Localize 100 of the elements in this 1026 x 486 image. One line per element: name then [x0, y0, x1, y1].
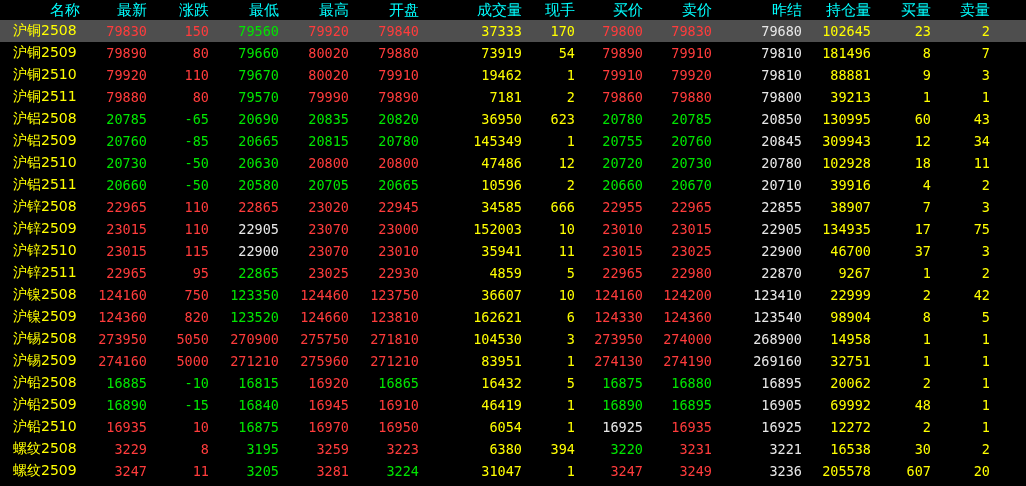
table-cell-text: 20630 — [237, 155, 279, 171]
contract-name: 沪铝2508 — [12, 110, 78, 128]
table-cell-text: 269160 — [752, 353, 802, 369]
table-cell-text: 2 — [565, 89, 575, 105]
table-cell-text: 16925 — [601, 419, 643, 435]
table-cell-text: 16945 — [307, 397, 349, 413]
column-header[interactable]: 最新 — [80, 0, 147, 20]
table-row[interactable]: 沪铜2510 79920 110 79670 80020 79910 19462 1 79910 79920 79810 88881 9 3 — [0, 64, 1026, 86]
table-cell-text: 124360 — [97, 309, 147, 325]
table-cell-text: 38907 — [829, 199, 871, 215]
column-header[interactable]: 买量 — [871, 0, 931, 20]
table-cell-text: 274000 — [662, 331, 712, 347]
table-cell-text: 79910 — [670, 45, 712, 61]
table-row[interactable]: 沪铜2509 79890 80 79660 80020 79880 73919 54 79890 79910 79810 181496 8 7 — [0, 42, 1026, 64]
column-header[interactable]: 昨结 — [712, 0, 802, 20]
table-row[interactable]: 沪锌2511 22965 95 22865 23025 22930 4859 5 22965 22980 22870 9267 1 2 — [0, 262, 1026, 284]
table-row[interactable]: 沪铝2509 20760 -85 20665 20815 20780 145349 1 20755 20760 20845 309943 12 34 — [0, 130, 1026, 152]
table-cell-text: 124460 — [299, 287, 349, 303]
table-row[interactable]: 螺纹2509 3247 11 3205 3281 3224 31047 1 3247 3249 3236 205578 607 20 — [0, 460, 1026, 482]
column-header[interactable]: 成交量 — [419, 0, 522, 20]
table-row[interactable]: 沪锡2508 273950 5050 270900 275750 271810 104530 3 273950 274000 268900 14958 1 1 — [0, 328, 1026, 350]
table-cell-text: 20690 — [237, 111, 279, 127]
table-cell-text: 5 — [565, 265, 575, 281]
table-cell-text: 110 — [183, 67, 209, 83]
column-header[interactable]: 最高 — [279, 0, 349, 20]
table-cell-text: 80 — [191, 45, 209, 61]
table-row[interactable]: 沪铝2511 20660 -50 20580 20705 20665 10596 2 20660 20670 20710 39916 4 2 — [0, 174, 1026, 196]
table-row[interactable]: 沪锡2509 274160 5000 271210 275960 271210 83951 1 274130 274190 269160 32751 1 1 — [0, 350, 1026, 372]
column-header[interactable]: 名称 — [0, 0, 80, 20]
table-cell-text: 23010 — [601, 221, 643, 237]
table-cell-text: 79560 — [237, 23, 279, 39]
table-cell-text: 274190 — [662, 353, 712, 369]
table-cell-text: 16895 — [670, 397, 712, 413]
table-cell-text: 273950 — [97, 331, 147, 347]
table-cell-text: 20720 — [601, 155, 643, 171]
table-cell-text: 6054 — [488, 419, 522, 435]
table-cell-text: 22865 — [237, 265, 279, 281]
table-row[interactable]: 沪铅2510 16935 10 16875 16970 16950 6054 1 16925 16935 16925 12272 2 1 — [0, 416, 1026, 438]
column-header[interactable]: 持仓量 — [802, 0, 871, 20]
column-header[interactable]: 现手 — [522, 0, 575, 20]
table-cell-text: 79910 — [601, 67, 643, 83]
table-cell-text: 16840 — [237, 397, 279, 413]
table-cell-text: 79880 — [377, 45, 419, 61]
contract-name: 沪铅2510 — [12, 418, 78, 436]
table-cell-text: 79840 — [377, 23, 419, 39]
table-cell-text: 20800 — [377, 155, 419, 171]
table-row[interactable]: 沪铝2508 20785 -65 20690 20835 20820 36950 623 20780 20785 20850 130995 60 43 — [0, 108, 1026, 130]
table-cell-text: 75 — [972, 221, 990, 237]
table-cell-text: 19462 — [480, 67, 522, 83]
table-cell-text: -50 — [183, 155, 209, 171]
table-cell-text: 7 — [980, 45, 990, 61]
table-row[interactable]: 螺纹2508 3229 8 3195 3259 3223 6380 394 3220 3231 3221 16538 30 2 — [0, 438, 1026, 460]
table-cell-text: 30 — [913, 441, 931, 457]
table-cell-text: 22905 — [760, 221, 802, 237]
table-cell-text: 1 — [921, 331, 931, 347]
table-cell-text: 79920 — [307, 23, 349, 39]
table-cell-text: 124160 — [593, 287, 643, 303]
column-header[interactable]: 卖价 — [643, 0, 712, 20]
table-cell-text: 273950 — [593, 331, 643, 347]
table-row[interactable]: 沪铜2511 79880 80 79570 79990 79890 7181 2 79860 79880 79800 39213 1 1 — [0, 86, 1026, 108]
table-cell-text: 3 — [980, 67, 990, 83]
table-row[interactable]: 沪铅2508 16885 -10 16815 16920 16865 16432 5 16875 16880 16895 20062 2 1 — [0, 372, 1026, 394]
table-cell-text: 79830 — [105, 23, 147, 39]
table-cell-text: 7181 — [488, 89, 522, 105]
contract-name: 沪铜2509 — [12, 44, 78, 62]
table-cell-text: 20710 — [760, 177, 802, 193]
table-row[interactable]: 沪锌2508 22965 110 22865 23020 22945 34585 666 22955 22965 22855 38907 7 3 — [0, 196, 1026, 218]
table-cell-text: 23070 — [307, 221, 349, 237]
column-header[interactable]: 最低 — [209, 0, 279, 20]
column-header[interactable]: 卖量 — [931, 0, 990, 20]
table-cell-text: 8 — [199, 441, 209, 457]
table-row[interactable]: 沪铝2510 20730 -50 20630 20800 20800 47486 12 20720 20730 20780 102928 18 11 — [0, 152, 1026, 174]
table-row[interactable]: 沪铅2509 16890 -15 16840 16945 16910 46419 1 16890 16895 16905 69992 48 1 — [0, 394, 1026, 416]
table-cell-text: 12272 — [829, 419, 871, 435]
table-row[interactable]: 沪镍2508 124160 750 123350 124460 123750 36607 10 124160 124200 123410 22999 2 42 — [0, 284, 1026, 306]
table-cell-text: 12 — [913, 133, 931, 149]
table-cell-text: 3281 — [315, 463, 349, 479]
table-cell-text: 16880 — [670, 375, 712, 391]
table-cell-text: 98904 — [829, 309, 871, 325]
column-header[interactable]: 开盘 — [349, 0, 419, 20]
table-cell-text: 1 — [565, 353, 575, 369]
table-row[interactable]: 沪镍2509 124360 820 123520 124660 123810 162621 6 124330 124360 123540 98904 8 5 — [0, 306, 1026, 328]
table-row[interactable]: 沪铜2508 79830 150 79560 79920 79840 37333 170 79800 79830 79680 102645 23 2 — [0, 20, 1026, 42]
table-cell-text: 20785 — [670, 111, 712, 127]
table-cell-text: 16875 — [237, 419, 279, 435]
table-cell-text: 123810 — [369, 309, 419, 325]
table-cell-text: 11 — [972, 155, 990, 171]
column-header[interactable]: 涨跌 — [147, 0, 209, 20]
table-cell-text: 20665 — [377, 177, 419, 193]
table-cell-text: 16895 — [760, 375, 802, 391]
table-cell-text: 268900 — [752, 331, 802, 347]
table-cell-text: 271810 — [369, 331, 419, 347]
table-cell-text: 23015 — [105, 243, 147, 259]
table-cell-text: 1 — [980, 89, 990, 105]
column-header[interactable]: 买价 — [575, 0, 643, 20]
table-cell-text: 1 — [921, 265, 931, 281]
table-cell-text: 18 — [913, 155, 931, 171]
table-row[interactable]: 沪锌2510 23015 115 22900 23070 23010 35941 11 23015 23025 22900 46700 37 3 — [0, 240, 1026, 262]
table-cell-text: 36607 — [480, 287, 522, 303]
table-row[interactable]: 沪锌2509 23015 110 22905 23070 23000 152003 10 23010 23015 22905 134935 17 75 — [0, 218, 1026, 240]
